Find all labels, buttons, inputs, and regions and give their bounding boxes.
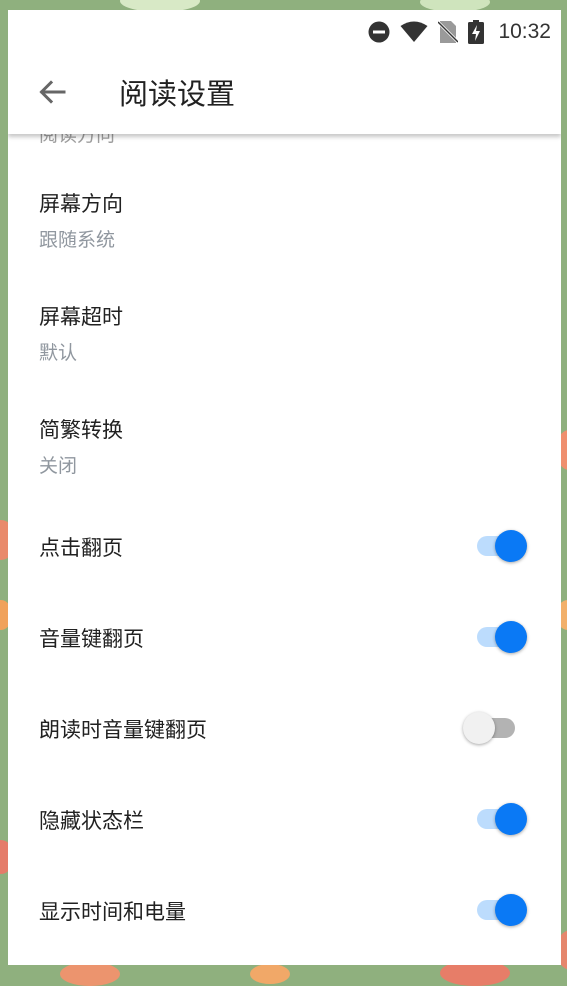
pref-title: 屏幕超时 [39, 305, 123, 329]
pref-hide-status-bar[interactable]: 隐藏状态栏 [8, 773, 561, 863]
status-time: 10:32 [498, 20, 551, 43]
status-icons: 10:32 [368, 18, 551, 46]
pref-summary: 默认 [39, 342, 78, 364]
battery-charging-icon [468, 20, 485, 44]
settings-screen: 10:32 阅读设置 阅读方向 屏幕方向 跟随系统 屏幕超时 默认 简繁转换 关… [8, 10, 561, 965]
pref-volume-key-turn-page[interactable]: 音量键翻页 [8, 591, 561, 681]
tap-to-turn-page-switch[interactable] [473, 528, 527, 564]
pref-tap-to-turn-page[interactable]: 点击翻页 [8, 500, 561, 590]
wifi-icon [400, 21, 428, 43]
pref-title: 点击翻页 [39, 536, 123, 560]
hide-status-bar-switch[interactable] [473, 801, 527, 837]
pref-title: 朗读时音量键翻页 [39, 718, 207, 742]
pref-summary: 关闭 [39, 455, 78, 477]
app-bar: 阅读设置 [8, 54, 561, 134]
pref-partial-summary: 阅读方向 [39, 134, 116, 146]
pref-chinese-conversion[interactable]: 简繁转换 关闭 [8, 380, 561, 486]
pref-title: 显示时间和电量 [39, 900, 186, 924]
pref-title: 屏幕方向 [39, 192, 123, 216]
show-time-and-battery-switch[interactable] [473, 892, 527, 928]
switch-thumb [463, 712, 495, 744]
do-not-disturb-icon [368, 21, 390, 43]
switch-thumb [495, 621, 527, 653]
pref-screen-timeout[interactable]: 屏幕超时 默认 [8, 267, 561, 373]
pref-title: 隐藏状态栏 [39, 809, 144, 833]
pref-item-partial[interactable]: 阅读方向 [39, 134, 115, 148]
pref-volume-key-turn-page-while-reading-aloud[interactable]: 朗读时音量键翻页 [8, 682, 561, 772]
switch-thumb [495, 894, 527, 926]
volume-key-turn-page-switch[interactable] [473, 619, 527, 655]
switch-thumb [495, 530, 527, 562]
arrow-back-icon [38, 78, 66, 110]
switch-thumb [495, 803, 527, 835]
no-sim-icon [438, 20, 459, 44]
back-button[interactable] [28, 70, 76, 118]
pref-show-time-and-battery[interactable]: 显示时间和电量 [8, 864, 561, 954]
page-title: 阅读设置 [119, 77, 236, 111]
volume-key-while-reading-switch[interactable] [463, 710, 517, 746]
pref-summary: 跟随系统 [39, 229, 116, 251]
status-bar: 10:32 [8, 10, 561, 54]
pref-screen-orientation[interactable]: 屏幕方向 跟随系统 [8, 154, 561, 260]
pref-title: 简繁转换 [39, 418, 123, 442]
pref-title: 音量键翻页 [39, 627, 144, 651]
